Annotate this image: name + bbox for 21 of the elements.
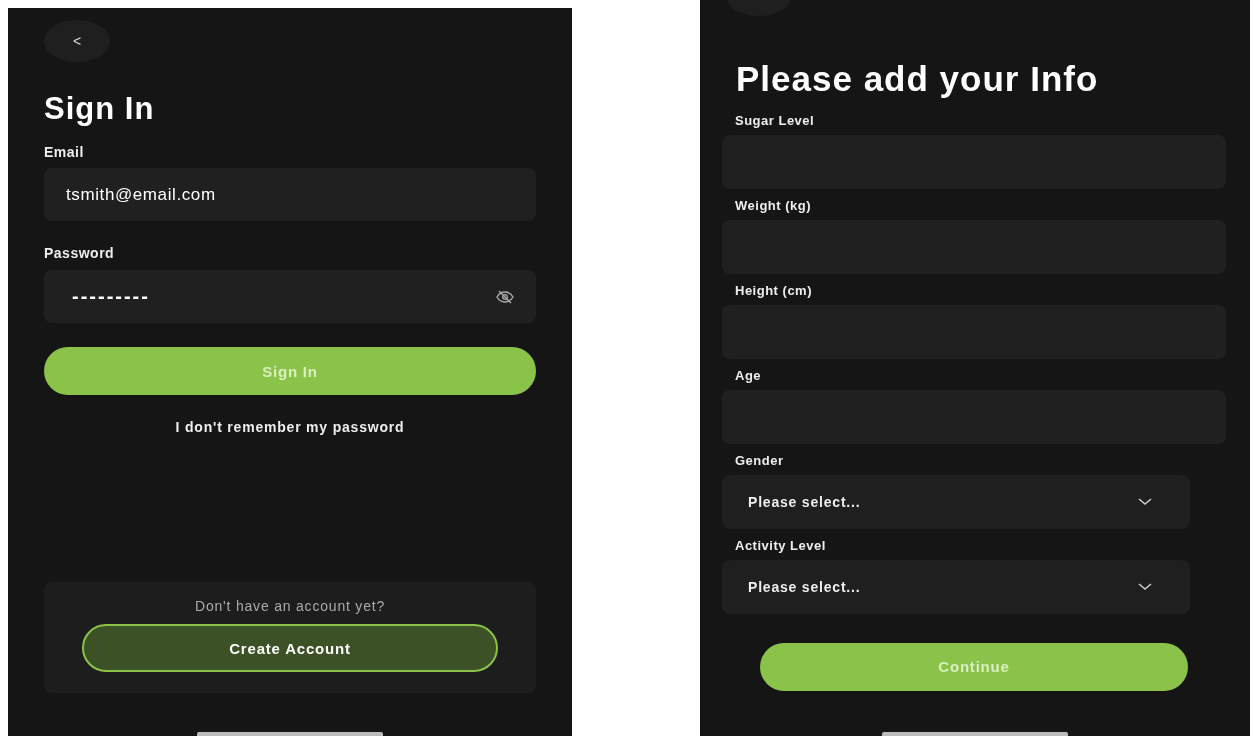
chevron-down-icon (1138, 582, 1152, 591)
field-label: Height (cm) (735, 282, 813, 298)
field-label: Gender (735, 452, 785, 468)
field-label: Password (44, 245, 116, 262)
field-label: Age (735, 367, 763, 383)
field-label: Activity Level (735, 537, 827, 553)
screen-title: Sign In (44, 92, 156, 127)
dropdown-select[interactable]: Please select... (722, 559, 1190, 614)
dropdown-select[interactable]: Please select... (722, 474, 1190, 529)
back-button[interactable]: < (44, 20, 110, 62)
create-account-button[interactable]: Create Account (82, 624, 498, 672)
field-label: Sugar Level (735, 112, 816, 128)
password-field[interactable]: --------- (44, 270, 536, 324)
screen-title: Please add your Info (736, 60, 1100, 99)
email-field[interactable]: tsmith@email.com (44, 168, 536, 222)
forgot-password-link[interactable]: I don't remember my password (175, 419, 405, 436)
field-label: Weight (kg) (735, 197, 813, 213)
field-label: Email (44, 144, 85, 161)
eye-off-icon[interactable] (496, 290, 514, 305)
chevron-down-icon (1138, 497, 1152, 506)
signup-prompt: Don't have an account yet? (195, 598, 385, 614)
